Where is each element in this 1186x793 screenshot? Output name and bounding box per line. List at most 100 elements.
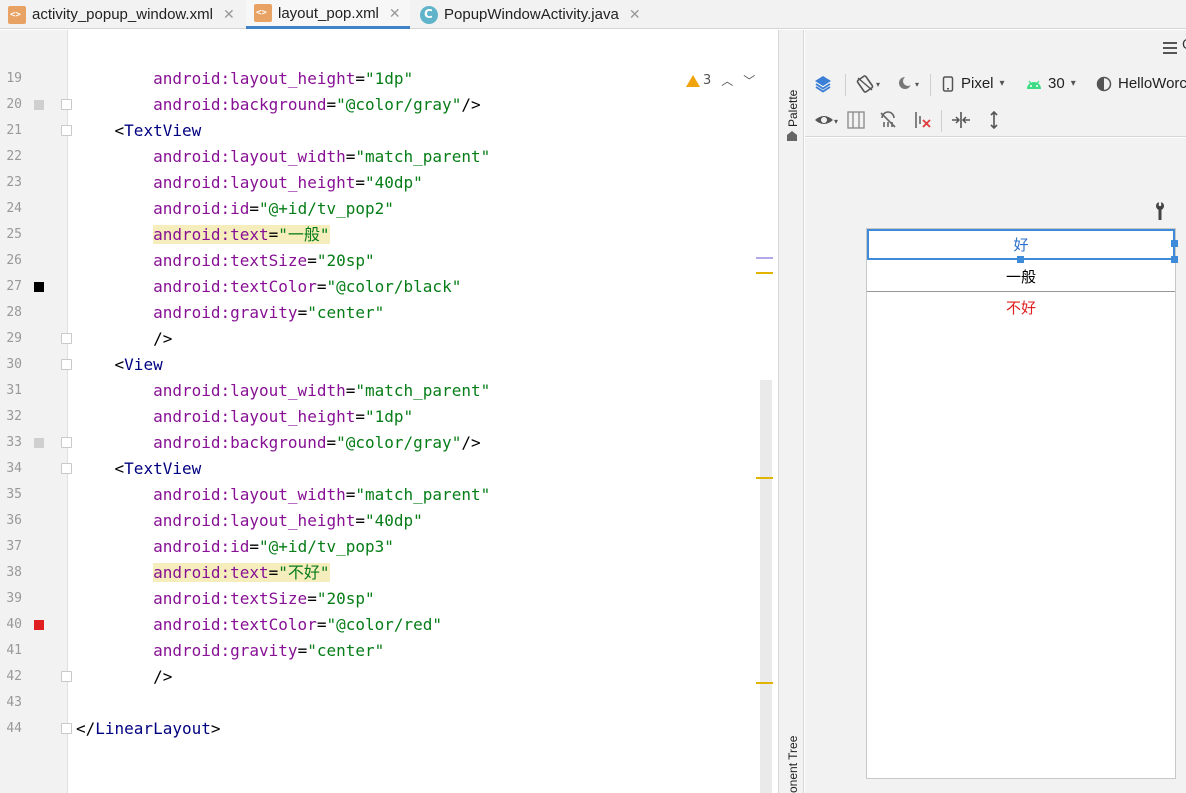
editor-scrollbar[interactable] (760, 380, 772, 793)
autoconnect-off-icon[interactable] (878, 110, 898, 130)
tag-close: /> (153, 329, 173, 348)
clear-constraints-icon[interactable] (912, 110, 932, 130)
code-line[interactable]: android:textSize="20sp" (76, 589, 375, 609)
code-line[interactable]: /> (76, 329, 172, 349)
night-mode-icon[interactable] (896, 74, 916, 94)
palette-tab[interactable]: Palette (786, 90, 800, 127)
attribute-name: android:text (153, 563, 269, 582)
tab-activity-popup-window[interactable]: activity_popup_window.xml ✕ (8, 0, 235, 29)
expand-horizontal-icon[interactable] (951, 110, 971, 130)
code-line[interactable]: android:gravity="center" (76, 641, 384, 661)
popup-item-ok[interactable]: 一般 (867, 261, 1175, 292)
popup-item-bad[interactable]: 不好 (867, 292, 1175, 323)
code-line[interactable]: android:background="@color/gray"/> (76, 95, 481, 115)
expand-vertical-icon[interactable] (984, 110, 1004, 130)
device-selector[interactable]: Pixel ▾ (942, 75, 1005, 92)
chevron-down-icon[interactable]: ▾ (915, 80, 919, 89)
resize-handle[interactable] (1171, 240, 1178, 247)
fold-icon[interactable] (61, 99, 72, 110)
fold-icon[interactable] (61, 437, 72, 448)
attribute-name: android:textColor (153, 277, 317, 296)
close-icon[interactable]: ✕ (629, 6, 641, 23)
gutter-top (0, 30, 68, 67)
code-line[interactable]: android:layout_width="match_parent" (76, 381, 490, 401)
theme-icon (1096, 76, 1112, 91)
orientation-icon[interactable] (855, 74, 875, 94)
line-number: 44 (6, 721, 22, 736)
code-line[interactable]: </LinearLayout> (76, 719, 221, 739)
theme-selector[interactable]: HelloWorc (1096, 75, 1186, 92)
tab-layout-pop[interactable]: layout_pop.xml ✕ (246, 0, 410, 29)
code-line[interactable]: android:gravity="center" (76, 303, 384, 323)
code-line[interactable]: android:text="一般" (76, 225, 330, 245)
attribute-value: "match_parent" (355, 147, 491, 166)
code-line[interactable]: /> (76, 667, 172, 687)
wrench-icon[interactable] (1151, 201, 1171, 221)
api-level-selector[interactable]: 30 ▾ (1026, 75, 1076, 92)
attribute-name: android:layout_width (153, 485, 346, 504)
attribute-name: android:layout_width (153, 147, 346, 166)
fold-icon[interactable] (61, 125, 72, 136)
chevron-down-icon[interactable]: ▾ (876, 80, 880, 89)
line-number: 36 (6, 513, 22, 528)
color-swatch-icon[interactable] (34, 100, 44, 110)
attribute-value: "一般" (278, 225, 330, 244)
color-swatch-icon[interactable] (34, 282, 44, 292)
toolbar-divider (930, 74, 931, 96)
code-line[interactable]: android:layout_width="match_parent" (76, 485, 490, 505)
code-line[interactable]: android:layout_width="match_parent" (76, 147, 490, 167)
code-line[interactable]: <View (76, 355, 163, 375)
attribute-name: android:textColor (153, 615, 317, 634)
chevron-up-icon[interactable]: ︿ (721, 72, 733, 89)
attribute-name: android:textSize (153, 251, 308, 270)
chevron-down-icon[interactable]: ▾ (834, 117, 838, 126)
fold-icon[interactable] (61, 671, 72, 682)
color-swatch-icon[interactable] (34, 438, 44, 448)
inspection-status[interactable]: 3 ︿ ﹀ (686, 72, 755, 89)
code-line[interactable]: android:id="@+id/tv_pop3" (76, 537, 394, 557)
code-line[interactable]: android:layout_height="1dp" (76, 69, 413, 89)
close-icon[interactable]: ✕ (223, 6, 235, 23)
code-line[interactable]: <TextView (76, 459, 202, 479)
component-tree-tab[interactable]: onent Tree (786, 736, 800, 793)
code-line[interactable]: android:background="@color/gray"/> (76, 433, 481, 453)
device-preview[interactable]: 好 一般 不好 (866, 228, 1178, 779)
attribute-name: android:id (153, 199, 250, 218)
view-mode-label[interactable]: C (1182, 38, 1186, 53)
attribute-value: "@color/gray" (336, 433, 462, 452)
margins-icon[interactable] (846, 110, 866, 130)
line-number: 27 (6, 279, 22, 294)
code-line[interactable]: <TextView (76, 121, 202, 141)
chevron-down-icon[interactable]: ﹀ (743, 72, 755, 89)
fold-icon[interactable] (61, 723, 72, 734)
tag-close: /> (461, 433, 481, 452)
code-line[interactable]: android:text="不好" (76, 563, 330, 583)
warning-icon (686, 74, 700, 87)
scroll-marker (756, 257, 773, 259)
eye-icon[interactable] (814, 110, 834, 130)
code-line[interactable]: android:id="@+id/tv_pop2" (76, 199, 394, 219)
attribute-name: android:background (153, 95, 327, 114)
attribute-value: "40dp" (365, 173, 423, 192)
line-number: 32 (6, 409, 22, 424)
tab-popup-window-activity[interactable]: PopupWindowActivity.java ✕ (420, 0, 641, 29)
xml-file-icon (254, 4, 272, 22)
attribute-value: "20sp" (316, 589, 375, 608)
code-line[interactable]: android:textColor="@color/black" (76, 277, 461, 297)
code-line[interactable]: android:layout_height="40dp" (76, 173, 423, 193)
code-line[interactable]: android:textColor="@color/red" (76, 615, 442, 635)
code-line[interactable]: android:textSize="20sp" (76, 251, 375, 271)
fold-icon[interactable] (61, 333, 72, 344)
close-icon[interactable]: ✕ (389, 5, 401, 22)
editor-top-area (69, 30, 773, 67)
editor-tab-bar: activity_popup_window.xml ✕ layout_pop.x… (0, 0, 1186, 29)
code-line[interactable]: android:layout_height="1dp" (76, 407, 413, 427)
attribute-value: "40dp" (365, 511, 423, 530)
menu-icon[interactable] (1163, 42, 1177, 54)
fold-icon[interactable] (61, 463, 72, 474)
side-strip-top (778, 30, 804, 67)
layers-icon[interactable] (813, 74, 833, 94)
code-line[interactable]: android:layout_height="40dp" (76, 511, 423, 531)
color-swatch-icon[interactable] (34, 620, 44, 630)
fold-icon[interactable] (61, 359, 72, 370)
